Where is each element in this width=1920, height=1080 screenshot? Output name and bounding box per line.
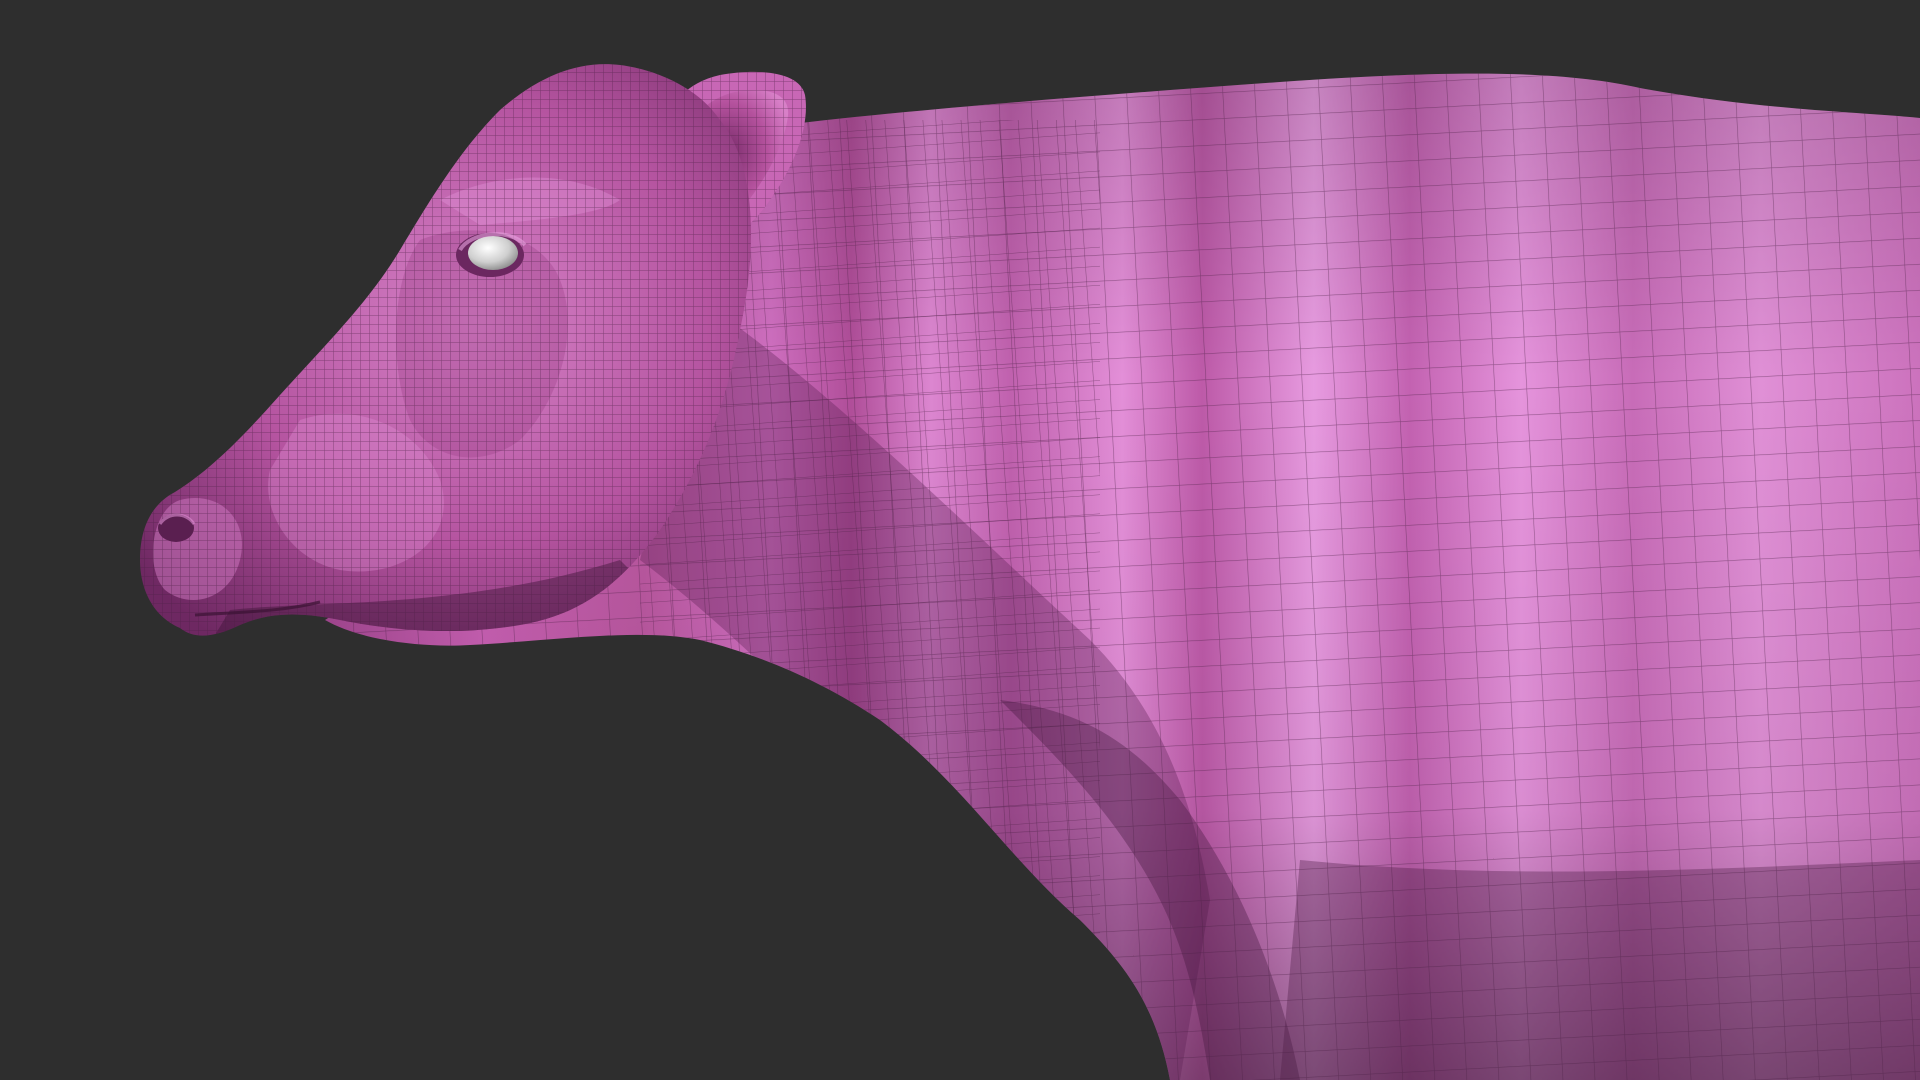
cow-nostril (158, 513, 196, 542)
3d-viewport[interactable] (0, 0, 1920, 1080)
model-render[interactable] (0, 0, 1920, 1080)
